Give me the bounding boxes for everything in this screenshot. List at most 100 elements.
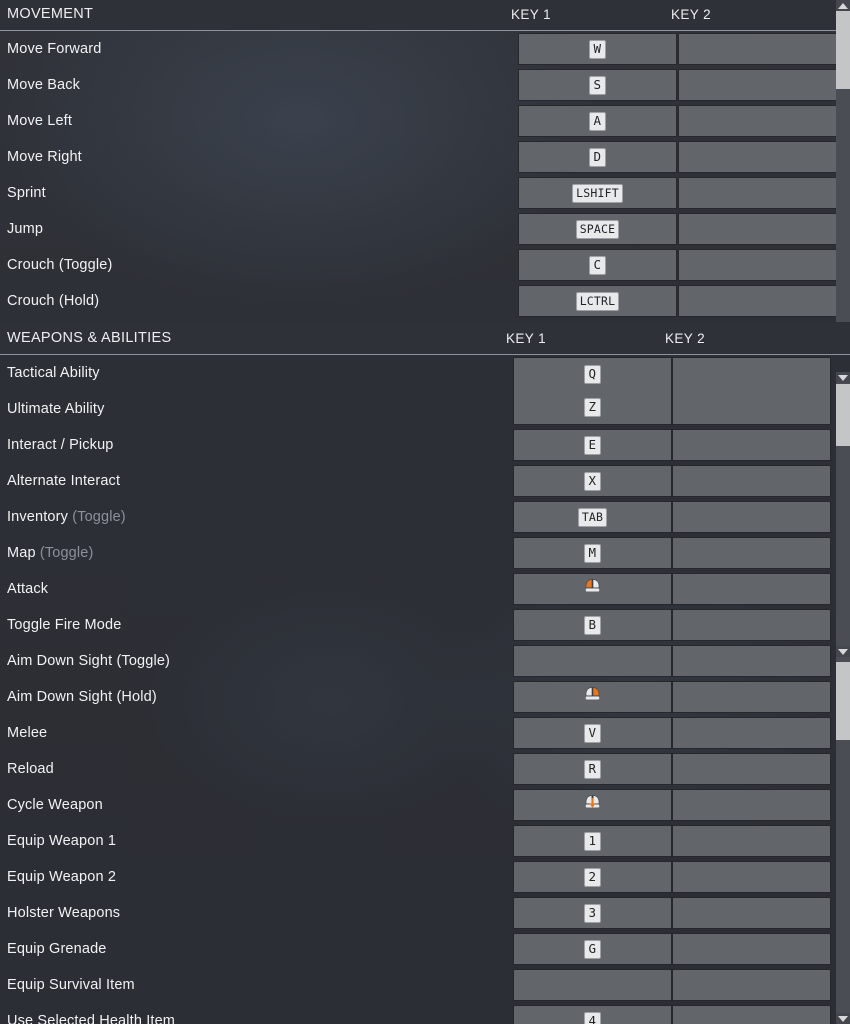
action-label: Move Left (7, 113, 73, 129)
key-badge: E (584, 435, 601, 455)
action-label: Alternate Interact (7, 473, 121, 489)
key2-cell[interactable] (678, 105, 837, 137)
key2-cell[interactable] (672, 645, 831, 677)
key-badge: 1 (584, 831, 601, 851)
key1-cell[interactable]: W (518, 33, 677, 65)
key1-cell[interactable]: LSHIFT (518, 177, 677, 209)
key1-cell[interactable]: 1 (513, 825, 672, 857)
key-badge: 3 (584, 903, 601, 923)
key1-cell[interactable] (513, 573, 672, 605)
column-header-key1: KEY 1 (511, 7, 552, 22)
key2-cell[interactable] (672, 501, 831, 533)
action-label: Toggle Fire Mode (7, 617, 122, 633)
scroll-down-arrow-icon[interactable] (836, 1013, 850, 1024)
action-label: Melee (7, 725, 48, 741)
section-weapons-abilities: WEAPONS & ABILITIES KEY 1 KEY 2 Tactical… (0, 324, 850, 1024)
key2-cell[interactable] (672, 789, 831, 821)
key1-binding[interactable]: Q (584, 365, 601, 384)
key2-cell[interactable] (678, 213, 837, 245)
key2-cell[interactable] (672, 1005, 831, 1024)
key1-cell[interactable] (513, 969, 672, 1001)
key2-cell[interactable] (678, 69, 837, 101)
key1-cell[interactable]: QZ (513, 357, 672, 425)
key2-cell[interactable] (672, 717, 831, 749)
key1-cell[interactable]: 4 (513, 1005, 672, 1024)
key-badge: B (584, 615, 601, 635)
key1-cell[interactable]: M (513, 537, 672, 569)
scrollbar-thumb[interactable] (836, 11, 850, 89)
key1-binding[interactable]: Z (584, 398, 601, 417)
key2-cell[interactable] (672, 825, 831, 857)
key1-cell[interactable] (513, 789, 672, 821)
key-badge: X (584, 471, 601, 491)
key2-cell[interactable] (672, 465, 831, 497)
scroll-up-arrow-icon[interactable] (836, 0, 850, 11)
action-label: Aim Down Sight (Toggle) (7, 653, 171, 669)
key1-cell[interactable]: E (513, 429, 672, 461)
action-label: Reload (7, 761, 54, 777)
key2-cell[interactable] (678, 141, 837, 173)
key1-cell[interactable]: 3 (513, 897, 672, 929)
key1-cell[interactable]: A (518, 105, 677, 137)
key2-cell[interactable] (672, 357, 831, 425)
scrollbar-weapons-abilities[interactable] (836, 372, 850, 1024)
action-label: Jump (7, 221, 44, 237)
key2-cell[interactable] (678, 249, 837, 281)
key2-cell[interactable] (672, 537, 831, 569)
key2-cell[interactable] (678, 33, 837, 65)
key-badge: D (589, 147, 606, 167)
key1-cell[interactable]: LCTRL (518, 285, 677, 317)
key-badge: R (584, 759, 601, 779)
key1-cell[interactable]: R (513, 753, 672, 785)
key1-cell[interactable]: 2 (513, 861, 672, 893)
action-label-suffix: (Hold) (116, 689, 157, 705)
key2-cell[interactable] (672, 861, 831, 893)
key2-cell[interactable] (672, 897, 831, 929)
key1-cell[interactable]: D (518, 141, 677, 173)
action-label-suffix: (Toggle) (39, 545, 94, 561)
key1-cell[interactable] (513, 645, 672, 677)
key1-cell[interactable]: B (513, 609, 672, 641)
key1-cell[interactable]: V (513, 717, 672, 749)
key1-cell[interactable] (513, 681, 672, 713)
key2-cell[interactable] (678, 285, 837, 317)
action-label: Aim Down Sight (Hold) (7, 689, 157, 705)
column-header-key2: KEY 2 (665, 331, 706, 346)
key2-cell[interactable] (672, 573, 831, 605)
section-title: WEAPONS & ABILITIES (7, 330, 172, 346)
key1-cell[interactable]: C (518, 249, 677, 281)
column-header-key2: KEY 2 (671, 7, 712, 22)
key-badge: Z (584, 398, 601, 417)
key2-cell[interactable] (672, 753, 831, 785)
key1-cell[interactable]: SPACE (518, 213, 677, 245)
key-badge: 4 (584, 1011, 601, 1024)
key-badge: A (589, 111, 606, 131)
action-label-suffix: (Toggle) (72, 509, 126, 525)
key2-cell[interactable] (672, 969, 831, 1001)
key1-cell[interactable]: X (513, 465, 672, 497)
scrollbar-thumb[interactable] (836, 384, 850, 446)
key-badge: 2 (584, 867, 601, 887)
scrollbar-movement[interactable] (836, 0, 850, 322)
key2-cell[interactable] (672, 933, 831, 965)
action-label-suffix: (Hold) (58, 293, 100, 309)
key-badge: V (584, 723, 601, 743)
key2-cell[interactable] (672, 609, 831, 641)
action-label: Equip Weapon 2 (7, 869, 117, 885)
action-label: Use Selected Health Item (7, 1013, 176, 1024)
scroll-down-arrow-icon[interactable] (836, 372, 850, 383)
section-header-movement: MOVEMENT KEY 1 KEY 2 (0, 0, 850, 31)
action-label: Cycle Weapon (7, 797, 103, 813)
scroll-down-arrow-icon[interactable] (836, 646, 850, 657)
key2-cell[interactable] (672, 681, 831, 713)
key1-cell[interactable]: S (518, 69, 677, 101)
key-badge: Q (584, 365, 601, 384)
key2-cell[interactable] (672, 429, 831, 461)
key2-cell[interactable] (678, 177, 837, 209)
key1-cell[interactable]: G (513, 933, 672, 965)
scrollbar-thumb[interactable] (836, 662, 850, 740)
key1-cell[interactable]: TAB (513, 501, 672, 533)
key-badge: G (584, 939, 601, 959)
key-badge: SPACE (575, 219, 620, 239)
action-label-suffix: (Toggle) (58, 257, 113, 273)
